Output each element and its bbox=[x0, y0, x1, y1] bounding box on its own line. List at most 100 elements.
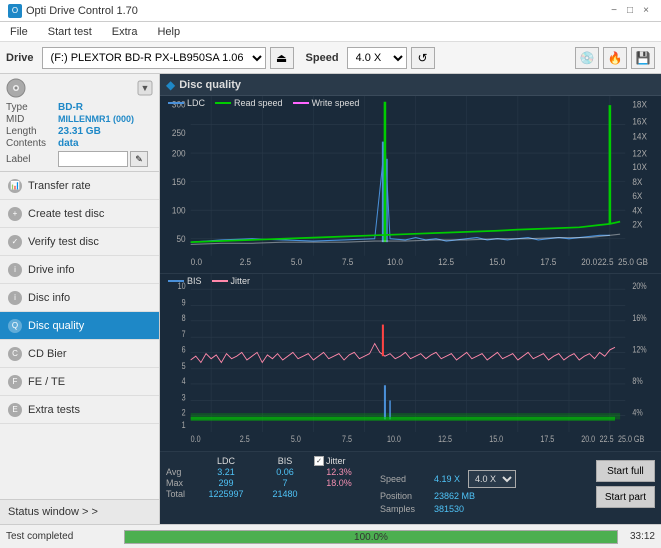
samples-label: Samples bbox=[380, 504, 430, 514]
svg-text:2X: 2X bbox=[632, 219, 642, 230]
disc-panel-icon bbox=[6, 78, 26, 98]
svg-text:7: 7 bbox=[182, 330, 186, 340]
menubar: File Start test Extra Help bbox=[0, 22, 661, 42]
save-button[interactable]: 💾 bbox=[631, 47, 655, 69]
sidebar-item-disc-info[interactable]: i Disc info bbox=[0, 284, 159, 312]
refresh-button[interactable]: ↺ bbox=[411, 47, 435, 69]
status-text: Test completed bbox=[6, 531, 116, 542]
svg-text:7.5: 7.5 bbox=[342, 434, 352, 444]
progress-bar: 100.0% bbox=[124, 530, 618, 544]
svg-text:17.5: 17.5 bbox=[540, 257, 556, 268]
svg-text:25.0 GB: 25.0 GB bbox=[618, 434, 644, 444]
svg-text:50: 50 bbox=[176, 234, 185, 245]
dq-title-icon: ◆ bbox=[166, 78, 175, 92]
svg-text:12%: 12% bbox=[632, 345, 646, 355]
svg-text:5.0: 5.0 bbox=[291, 257, 303, 268]
svg-text:4%: 4% bbox=[632, 408, 642, 418]
status-window-label: Status window > > bbox=[8, 506, 98, 518]
svg-text:20.0: 20.0 bbox=[581, 257, 597, 268]
sidebar-item-drive-info[interactable]: i Drive info bbox=[0, 256, 159, 284]
max-jitter: 18.0% bbox=[314, 478, 364, 488]
speed-select[interactable]: 4.0 X bbox=[347, 47, 407, 69]
minimize-button[interactable]: − bbox=[607, 4, 621, 18]
svg-text:18X: 18X bbox=[632, 99, 647, 110]
drive-label: Drive bbox=[6, 52, 34, 64]
app-icon: O bbox=[8, 4, 22, 18]
sidebar-item-create-test-disc[interactable]: + Create test disc bbox=[0, 200, 159, 228]
sidebar-item-transfer-rate[interactable]: 📊 Transfer rate bbox=[0, 172, 159, 200]
statusbar: Test completed 100.0% 33:12 bbox=[0, 524, 661, 548]
label-edit-button[interactable]: ✎ bbox=[130, 151, 148, 167]
nav-items: 📊 Transfer rate + Create test disc ✓ Ver… bbox=[0, 172, 159, 424]
upper-legend: LDC Read speed Write speed bbox=[168, 98, 359, 108]
svg-text:17.5: 17.5 bbox=[540, 434, 554, 444]
contents-label: Contents bbox=[6, 138, 58, 149]
svg-text:10.0: 10.0 bbox=[387, 257, 403, 268]
status-window-button[interactable]: Status window > > bbox=[0, 500, 159, 524]
jitter-legend-label: Jitter bbox=[231, 276, 251, 286]
start-full-button[interactable]: Start full bbox=[596, 460, 655, 482]
upper-chart-svg: 300 250 200 150 100 50 18X 16X 14X 12X 1… bbox=[160, 96, 661, 273]
speed-row-value: 4.19 X bbox=[434, 474, 460, 484]
sidebar-item-extra-tests[interactable]: E Extra tests bbox=[0, 396, 159, 424]
svg-text:20.0: 20.0 bbox=[581, 434, 595, 444]
svg-text:15.0: 15.0 bbox=[489, 257, 505, 268]
length-value: 23.31 GB bbox=[58, 126, 101, 137]
svg-text:20%: 20% bbox=[632, 281, 646, 291]
total-ldc: 1225997 bbox=[196, 489, 256, 499]
sidebar-item-verify-test-disc[interactable]: ✓ Verify test disc bbox=[0, 228, 159, 256]
sidebar-item-cd-bier[interactable]: C CD Bier bbox=[0, 340, 159, 368]
svg-text:2: 2 bbox=[182, 408, 186, 418]
avg-bis: 0.06 bbox=[260, 467, 310, 477]
svg-text:8X: 8X bbox=[632, 177, 642, 188]
disc-panel: ▼ Type BD-R MID MILLENMR1 (000) Length 2… bbox=[0, 74, 159, 172]
drive-select[interactable]: (F:) PLEXTOR BD-R PX-LB950SA 1.06 bbox=[42, 47, 266, 69]
disc-button[interactable]: 💿 bbox=[575, 47, 599, 69]
mid-value: MILLENMR1 (000) bbox=[58, 114, 134, 125]
svg-text:4X: 4X bbox=[632, 205, 642, 216]
svg-text:12.5: 12.5 bbox=[438, 434, 452, 444]
jitter-checkbox[interactable]: ✓ bbox=[314, 456, 324, 466]
ldc-col-header: LDC bbox=[196, 456, 256, 466]
svg-text:14X: 14X bbox=[632, 131, 647, 142]
stats-row-avg: Avg 3.21 0.06 12.3% bbox=[166, 467, 364, 477]
start-part-button[interactable]: Start part bbox=[596, 486, 655, 508]
sidebar-item-fe-te[interactable]: F FE / TE bbox=[0, 368, 159, 396]
svg-text:6X: 6X bbox=[632, 190, 642, 201]
create-test-disc-icon: + bbox=[8, 207, 22, 221]
svg-text:100: 100 bbox=[172, 205, 186, 216]
close-button[interactable]: × bbox=[639, 4, 653, 18]
svg-text:2.5: 2.5 bbox=[240, 257, 252, 268]
max-ldc: 299 bbox=[196, 478, 256, 488]
menu-start-test[interactable]: Start test bbox=[42, 24, 98, 40]
disc-panel-btn[interactable]: ▼ bbox=[137, 80, 153, 96]
erase-button[interactable]: 🔥 bbox=[603, 47, 627, 69]
eject-button[interactable]: ⏏ bbox=[270, 47, 294, 69]
svg-text:0.0: 0.0 bbox=[191, 257, 203, 268]
lower-legend: BIS Jitter bbox=[168, 276, 250, 286]
label-input[interactable] bbox=[58, 151, 128, 167]
jitter-checkbox-container[interactable]: ✓ Jitter bbox=[314, 456, 346, 466]
sidebar: ▼ Type BD-R MID MILLENMR1 (000) Length 2… bbox=[0, 74, 160, 524]
avg-jitter: 12.3% bbox=[314, 467, 364, 477]
cd-bier-icon: C bbox=[8, 347, 22, 361]
maximize-button[interactable]: □ bbox=[623, 4, 637, 18]
bis-legend-label: BIS bbox=[187, 276, 202, 286]
lower-chart: BIS Jitter bbox=[160, 274, 661, 452]
app-title: Opti Drive Control 1.70 bbox=[26, 5, 138, 17]
speed-dropdown[interactable]: 4.0 X bbox=[468, 470, 516, 488]
max-bis: 7 bbox=[260, 478, 310, 488]
menu-extra[interactable]: Extra bbox=[106, 24, 144, 40]
menu-help[interactable]: Help bbox=[151, 24, 186, 40]
svg-text:5: 5 bbox=[182, 361, 186, 371]
svg-text:12X: 12X bbox=[632, 148, 647, 159]
svg-text:200: 200 bbox=[172, 148, 186, 159]
lower-chart-svg: 10 9 8 7 6 5 4 3 2 1 20% 16% 12% 8% 4% 0… bbox=[160, 274, 661, 451]
label-label: Label bbox=[6, 154, 58, 165]
menu-file[interactable]: File bbox=[4, 24, 34, 40]
fe-te-icon: F bbox=[8, 375, 22, 389]
contents-value: data bbox=[58, 138, 79, 149]
sidebar-item-disc-quality[interactable]: Q Disc quality bbox=[0, 312, 159, 340]
svg-text:25.0 GB: 25.0 GB bbox=[618, 257, 648, 268]
length-label: Length bbox=[6, 126, 58, 137]
